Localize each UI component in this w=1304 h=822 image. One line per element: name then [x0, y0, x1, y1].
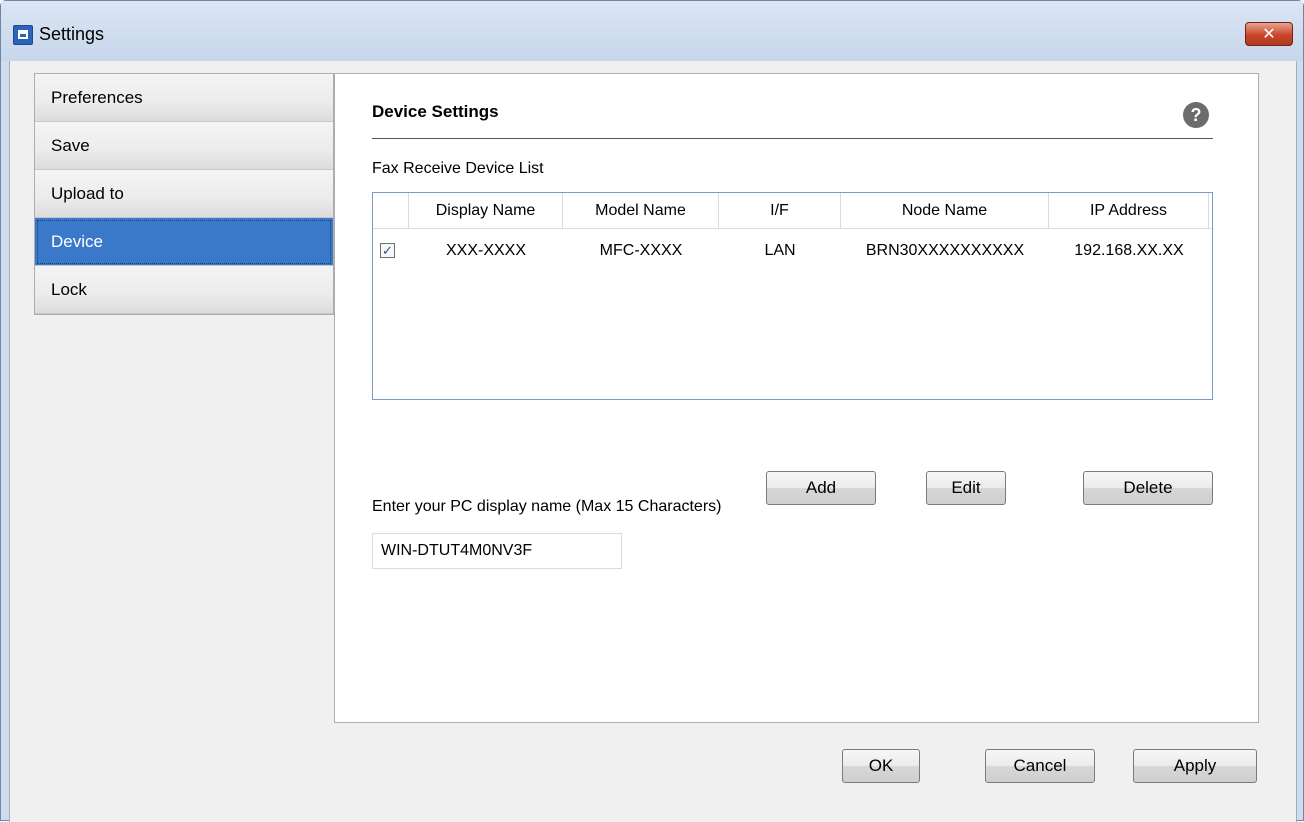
apply-button[interactable]: Apply: [1133, 749, 1257, 783]
sidebar-item-label: Upload to: [51, 183, 124, 203]
sidebar-item-device[interactable]: Device: [35, 218, 333, 266]
settings-window: Settings ✕ Preferences Save Upload to De…: [0, 0, 1304, 822]
cell-if: LAN: [764, 242, 796, 259]
ok-button[interactable]: OK: [842, 749, 920, 783]
window-title: Settings: [39, 24, 105, 44]
sidebar-item-label: Preferences: [51, 87, 143, 107]
pc-name-label: Enter your PC display name (Max 15 Chara…: [372, 498, 722, 515]
column-header-ip-address[interactable]: IP Address: [1049, 193, 1209, 229]
sidebar-item-upload-to[interactable]: Upload to: [35, 170, 333, 218]
check-icon: ✓: [382, 243, 393, 258]
help-icon[interactable]: ?: [1183, 102, 1209, 128]
cell-model-name: MFC-XXXX: [599, 242, 683, 259]
column-header-display-name[interactable]: Display Name: [409, 193, 563, 229]
table-header: Display Name Model Name I/F Node Name IP…: [373, 193, 1212, 229]
edit-button[interactable]: Edit: [926, 471, 1006, 505]
column-header-model-name[interactable]: Model Name: [563, 193, 719, 229]
settings-sidebar: Preferences Save Upload to Device Lock: [34, 73, 334, 315]
column-header-node-name[interactable]: Node Name: [841, 193, 1049, 229]
cell-ip-address: 192.168.XX.XX: [1074, 242, 1184, 259]
sidebar-item-label: Lock: [51, 279, 87, 299]
sidebar-item-label: Device: [51, 231, 103, 251]
device-list-table[interactable]: Display Name Model Name I/F Node Name IP…: [372, 192, 1213, 400]
close-button[interactable]: ✕: [1245, 22, 1293, 46]
sidebar-item-preferences[interactable]: Preferences: [35, 74, 333, 122]
dialog-body: Preferences Save Upload to Device Lock D…: [9, 61, 1297, 822]
close-icon[interactable]: ✕: [1262, 24, 1275, 44]
device-settings-panel: Device Settings ? Fax Receive Device Lis…: [334, 73, 1259, 723]
column-header-checkbox: [373, 193, 409, 229]
cell-node-name: BRN30XXXXXXXXXX: [865, 242, 1025, 259]
cancel-button[interactable]: Cancel: [985, 749, 1095, 783]
title-bar[interactable]: Settings ✕: [1, 1, 1303, 61]
add-button[interactable]: Add: [766, 471, 876, 505]
sidebar-item-label: Save: [51, 135, 90, 155]
cell-display-name: XXX-XXXX: [445, 242, 527, 259]
device-list-label: Fax Receive Device List: [372, 160, 544, 177]
title-divider: [372, 138, 1213, 139]
settings-app-icon: [13, 25, 33, 45]
delete-button[interactable]: Delete: [1083, 471, 1213, 505]
panel-title: Device Settings: [372, 102, 499, 121]
table-row[interactable]: ✓ XXX-XXXX MFC-XXXX LAN BRN30XXXXXXXXXX …: [373, 229, 1212, 273]
column-header-if[interactable]: I/F: [719, 193, 841, 229]
pc-name-input[interactable]: WIN-DTUT4M0NV3F: [372, 533, 622, 569]
sidebar-item-save[interactable]: Save: [35, 122, 333, 170]
sidebar-item-lock[interactable]: Lock: [35, 266, 333, 314]
device-checkbox[interactable]: ✓: [380, 243, 395, 258]
